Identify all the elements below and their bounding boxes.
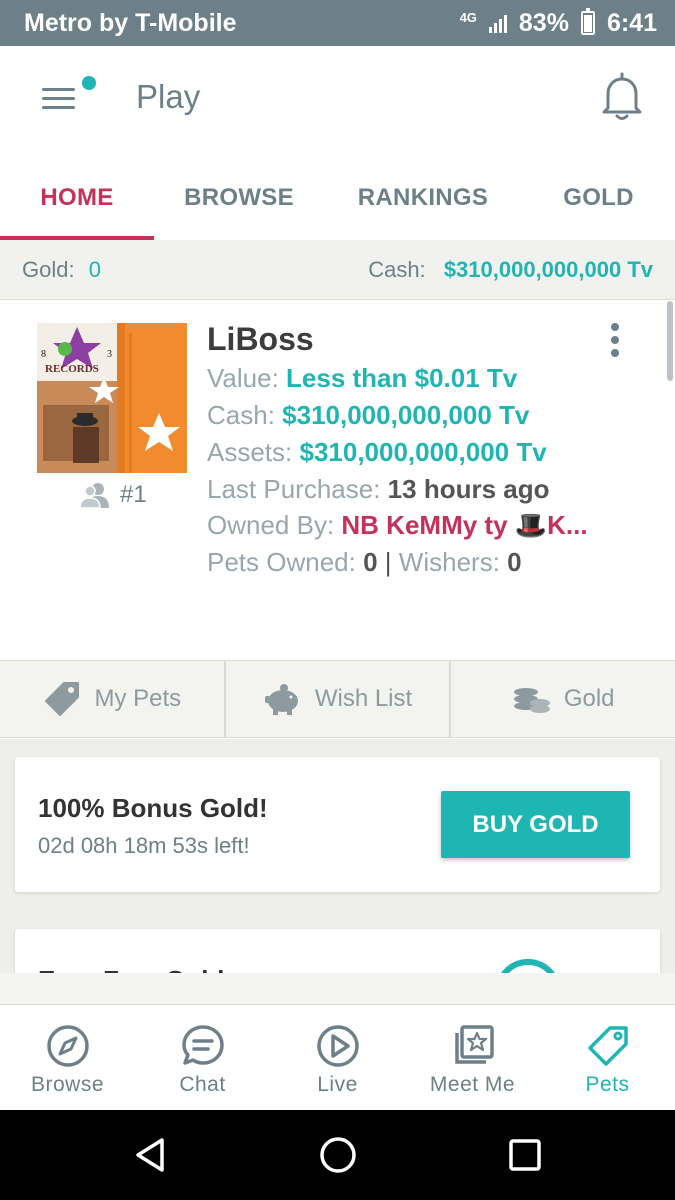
pet-avatar[interactable]: 8 3 RECORDS bbox=[37, 323, 187, 473]
wish-list-button[interactable]: Wish List bbox=[226, 661, 452, 737]
hamburger-menu-icon[interactable] bbox=[40, 84, 80, 114]
cash-label: Cash: bbox=[368, 256, 426, 282]
users-icon bbox=[79, 483, 109, 509]
tab-gold[interactable]: GOLD bbox=[522, 156, 675, 240]
pets-owned-value: 0 bbox=[363, 547, 378, 577]
app-header: Play bbox=[0, 46, 675, 156]
bottom-navigation: Browse Chat Live Meet Me Pets bbox=[0, 1004, 675, 1110]
assets-amount: $310,000,000,000 Tv bbox=[299, 437, 547, 467]
back-icon[interactable] bbox=[132, 1135, 172, 1175]
notification-dot bbox=[82, 76, 96, 90]
nav-browse-label: Browse bbox=[30, 1073, 105, 1096]
last-purchase-label: Last Purchase: bbox=[207, 474, 381, 504]
pets-owned-label: Pets Owned: bbox=[207, 547, 356, 577]
pet-cash-label: Cash: bbox=[207, 400, 275, 430]
tab-home[interactable]: HOME bbox=[0, 156, 154, 240]
nav-chat-label: Chat bbox=[179, 1073, 226, 1096]
pet-name: LiBoss bbox=[207, 321, 314, 357]
bonus-gold-card: 100% Bonus Gold! 02d 08h 18m 53s left! B… bbox=[15, 757, 660, 892]
tab-rankings[interactable]: RANKINGS bbox=[324, 156, 522, 240]
coins-icon bbox=[513, 688, 550, 713]
system-navigation-bar bbox=[0, 1110, 675, 1200]
last-purchase-row: Last Purchase: 13 hours ago bbox=[207, 474, 550, 505]
nav-pets[interactable]: Pets bbox=[540, 1005, 675, 1110]
progress-ring-icon bbox=[495, 959, 561, 973]
tag-icon bbox=[587, 1026, 628, 1066]
owner-link[interactable]: NB KeMMy ty 🎩K... bbox=[341, 510, 587, 540]
recents-square-icon[interactable] bbox=[505, 1135, 545, 1175]
value-row: Value: Less than $0.01 Tv bbox=[207, 363, 517, 394]
tag-icon bbox=[45, 682, 80, 716]
rank-number: #1 bbox=[120, 481, 147, 508]
value-label: Value: bbox=[207, 363, 279, 393]
gold-label: Gold: bbox=[22, 256, 75, 282]
status-icons: 4G 83% 6:41 bbox=[459, 8, 657, 38]
gold-button[interactable]: Gold bbox=[451, 661, 675, 737]
battery-percent: 83% bbox=[518, 8, 569, 37]
tab-browse[interactable]: BROWSE bbox=[154, 156, 324, 240]
action-row: My Pets Wish List Gold bbox=[0, 660, 675, 738]
more-options-icon[interactable] bbox=[604, 321, 626, 361]
cash-row: Cash: $310,000,000,000 Tv bbox=[207, 400, 529, 431]
balance-bar: Gold: 0 Cash: $310,000,000,000 Tv bbox=[0, 240, 675, 300]
page-title: Play bbox=[136, 78, 201, 115]
wish-list-label: Wish List bbox=[314, 685, 413, 712]
scrollbar[interactable] bbox=[667, 301, 673, 381]
home-circle-icon[interactable] bbox=[318, 1135, 358, 1175]
pet-profile-card: 8 3 RECORDS #1 LiBoss Value: Less than $… bbox=[0, 301, 675, 659]
earn-gold-title: Earn Free Gold bbox=[38, 965, 224, 973]
battery-icon bbox=[580, 8, 595, 35]
my-pets-label: My Pets bbox=[94, 685, 182, 712]
wishers-value: 0 bbox=[507, 547, 522, 577]
carrier-name: Metro by T-Mobile bbox=[24, 8, 237, 37]
wishers-label: Wishers: bbox=[398, 547, 500, 577]
nav-meet-me[interactable]: Meet Me bbox=[405, 1005, 540, 1110]
piggy-bank-icon bbox=[264, 684, 298, 715]
promo-title: 100% Bonus Gold! bbox=[38, 793, 268, 823]
avatar-digit-3: 3 bbox=[107, 349, 112, 360]
bell-icon[interactable] bbox=[600, 72, 644, 122]
value-amount: Less than $0.01 Tv bbox=[286, 363, 518, 393]
cash-balance: Cash: $310,000,000,000 Tv bbox=[368, 257, 653, 283]
rank-indicator: #1 bbox=[78, 481, 147, 509]
chat-icon bbox=[181, 1025, 224, 1065]
cash-value: $310,000,000,000 Tv bbox=[443, 256, 653, 282]
stats-separator: | bbox=[384, 547, 392, 577]
compass-icon bbox=[46, 1025, 89, 1067]
buy-gold-button[interactable]: BUY GOLD bbox=[441, 791, 630, 858]
gold-action-label: Gold bbox=[563, 685, 615, 712]
status-bar: Metro by T-Mobile 4G 83% 6:41 bbox=[0, 0, 675, 46]
pet-cash-amount: $310,000,000,000 Tv bbox=[282, 400, 530, 430]
nav-chat[interactable]: Chat bbox=[135, 1005, 270, 1110]
nav-browse[interactable]: Browse bbox=[0, 1005, 135, 1110]
last-purchase-value: 13 hours ago bbox=[387, 474, 550, 504]
owned-by-label: Owned By: bbox=[207, 510, 335, 540]
owned-by-row: Owned By: NB KeMMy ty 🎩K... bbox=[207, 510, 588, 541]
nav-pets-label: Pets bbox=[585, 1073, 630, 1096]
nav-live-label: Live bbox=[317, 1073, 358, 1096]
avatar-digit-8: 8 bbox=[41, 349, 46, 360]
assets-label: Assets: bbox=[207, 437, 293, 467]
my-pets-button[interactable]: My Pets bbox=[0, 661, 226, 737]
tab-bar: HOME BROWSE RANKINGS GOLD bbox=[0, 156, 675, 240]
promo-timer: 02d 08h 18m 53s left! bbox=[38, 833, 250, 858]
gold-value: 0 bbox=[88, 256, 101, 282]
signal-icon bbox=[488, 13, 507, 33]
nav-meet-me-label: Meet Me bbox=[429, 1073, 516, 1096]
earn-gold-card[interactable]: Earn Free Gold bbox=[15, 929, 660, 973]
network-type: 4G bbox=[459, 9, 477, 25]
gold-balance: Gold: 0 bbox=[22, 257, 368, 283]
content-area: 100% Bonus Gold! 02d 08h 18m 53s left! B… bbox=[0, 739, 675, 973]
assets-row: Assets: $310,000,000,000 Tv bbox=[207, 437, 547, 468]
play-icon bbox=[316, 1025, 359, 1067]
photo-stack-icon bbox=[454, 1025, 494, 1064]
clock: 6:41 bbox=[606, 8, 657, 37]
content-bottom-strip bbox=[0, 973, 675, 1005]
nav-live[interactable]: Live bbox=[270, 1005, 405, 1110]
avatar-logo-text: RECORDS bbox=[45, 363, 99, 375]
pets-wishers-row: Pets Owned: 0 | Wishers: 0 bbox=[207, 547, 522, 578]
